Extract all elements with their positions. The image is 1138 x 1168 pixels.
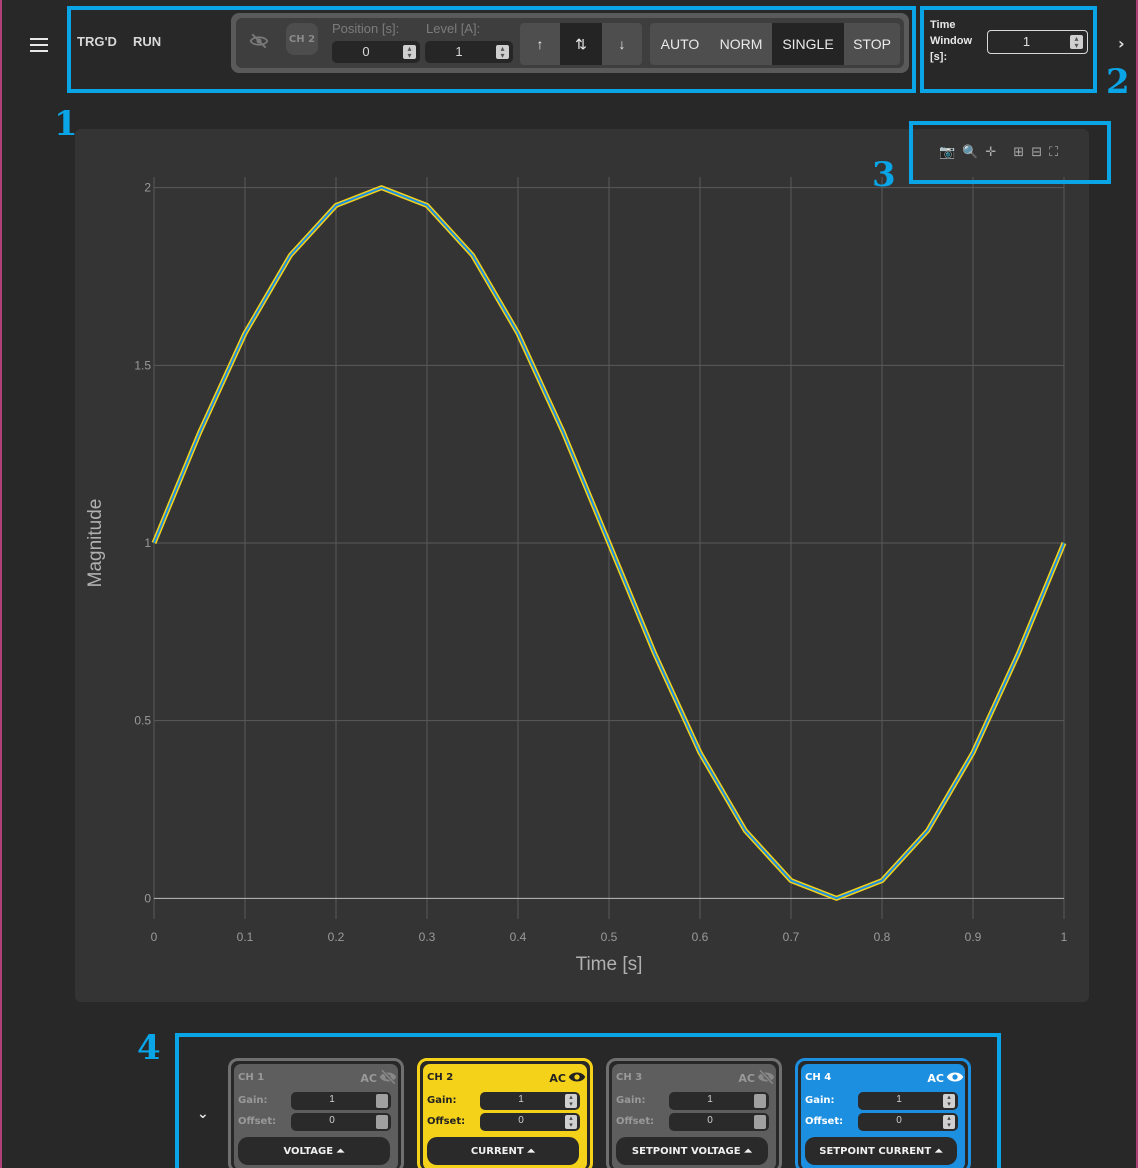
callout-box-4: [175, 1033, 1001, 1168]
x-tick-label: 0.6: [692, 930, 709, 944]
x-tick-label: 1: [1061, 930, 1068, 944]
callout-number-2: 2: [1106, 62, 1130, 102]
x-tick-label: 0.8: [874, 930, 891, 944]
callout-number-3: 3: [872, 155, 896, 195]
menu-icon[interactable]: [30, 38, 48, 52]
x-tick-label: 0: [151, 930, 158, 944]
y-tick-label: 2: [144, 181, 151, 195]
x-tick-label: 0.2: [328, 930, 345, 944]
y-tick-label: 0.5: [134, 714, 151, 728]
callout-box-1: [67, 6, 916, 93]
callout-box-2: [920, 6, 1097, 93]
callout-number-4: 4: [137, 1028, 161, 1068]
x-tick-label: 0.1: [237, 930, 254, 944]
x-tick-label: 0.4: [510, 930, 527, 944]
x-tick-label: 0.3: [419, 930, 436, 944]
y-tick-label: 1.5: [134, 358, 151, 372]
waveform-chart[interactable]: 0 0.1 0.2 0.3 0.4 0.5 0.6 0.7 0.8 0.9 1 0 0.5 1 1.5 2 Ti…: [75, 129, 1089, 1002]
callout-box-3: [909, 121, 1111, 184]
x-tick-label: 0.9: [965, 930, 982, 944]
y-axis-label: Magnitude: [85, 499, 106, 588]
chevron-right-icon[interactable]: ›: [1118, 34, 1125, 53]
x-tick-label: 0.5: [601, 930, 618, 944]
y-tick-label: 1: [144, 536, 151, 550]
x-tick-label: 0.7: [783, 930, 800, 944]
callout-number-1: 1: [54, 104, 78, 144]
x-axis-label: Time [s]: [576, 954, 643, 975]
plot-panel[interactable]: 0 0.1 0.2 0.3 0.4 0.5 0.6 0.7 0.8 0.9 1 0 0.5 1 1.5 2 Ti…: [75, 129, 1089, 1002]
y-tick-label: 0: [144, 891, 151, 905]
